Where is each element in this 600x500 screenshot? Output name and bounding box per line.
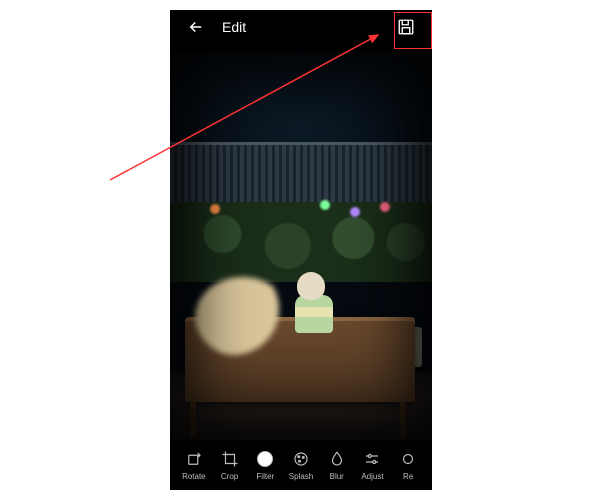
photo-canvas[interactable] <box>170 52 432 440</box>
tool-label: Blur <box>330 472 344 481</box>
sliders-icon <box>363 450 381 468</box>
palette-icon <box>292 450 310 468</box>
page-title: Edit <box>222 19 246 35</box>
photo-editor-screen: Edit Rotate Crop Filter <box>170 10 432 490</box>
tool-label: Re <box>403 472 413 481</box>
top-bar: Edit <box>170 10 432 44</box>
save-icon <box>397 18 415 36</box>
tool-label: Crop <box>221 472 238 481</box>
save-button[interactable] <box>394 15 418 39</box>
tool-more[interactable]: Re <box>390 449 426 481</box>
tool-blur[interactable]: Blur <box>319 449 355 481</box>
edit-toolbar: Rotate Crop Filter Splash Blur Adjust Re <box>170 440 432 490</box>
tool-label: Splash <box>289 472 313 481</box>
arrow-left-icon <box>187 18 205 36</box>
crop-icon <box>221 450 239 468</box>
tool-splash[interactable]: Splash <box>283 449 319 481</box>
tool-filter[interactable]: Filter <box>247 449 283 481</box>
tool-rotate[interactable]: Rotate <box>176 449 212 481</box>
tool-label: Filter <box>256 472 274 481</box>
filter-icon <box>257 451 273 467</box>
back-button[interactable] <box>184 15 208 39</box>
rotate-icon <box>185 450 203 468</box>
tool-label: Rotate <box>182 472 206 481</box>
sparkle-icon <box>399 450 417 468</box>
tool-label: Adjust <box>361 472 383 481</box>
tool-adjust[interactable]: Adjust <box>355 449 391 481</box>
drop-icon <box>328 450 346 468</box>
tool-crop[interactable]: Crop <box>212 449 248 481</box>
